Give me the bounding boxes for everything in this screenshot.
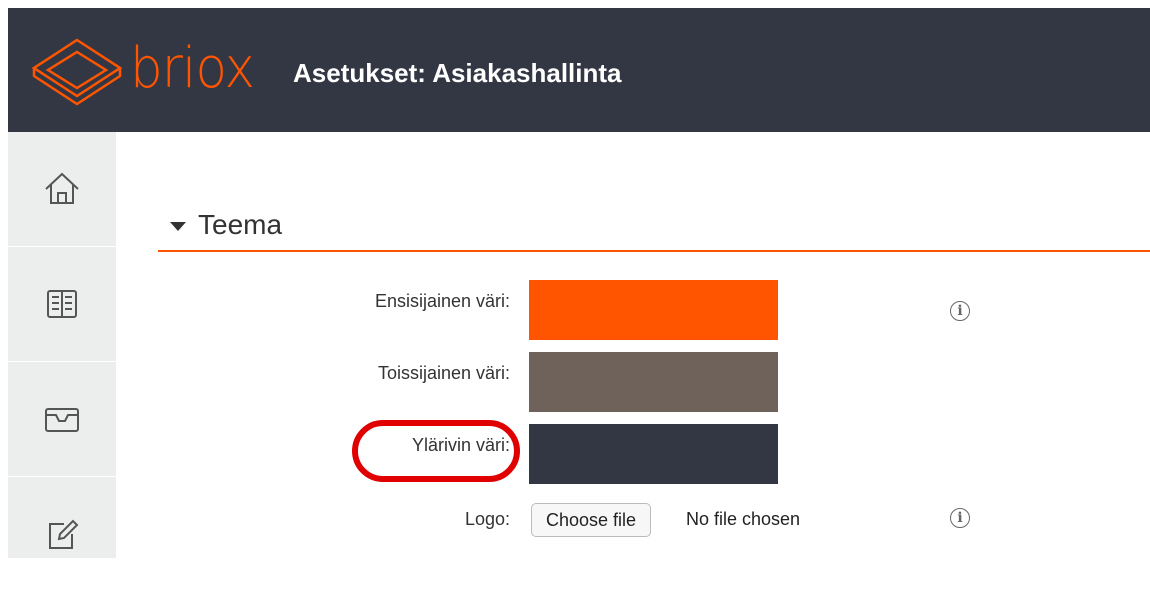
topbar-color-swatch[interactable]: [529, 424, 778, 484]
edit-icon: [49, 519, 79, 549]
logo-label: Logo:: [464, 509, 510, 529]
secondary-color-swatch[interactable]: [529, 352, 778, 412]
brand-name: briox: [130, 36, 255, 101]
home-icon: [45, 172, 79, 204]
top-bar: briox Asetukset: Asiakashallinta: [8, 8, 1150, 132]
section-header-teema[interactable]: Teema: [170, 205, 282, 245]
section-title: Teema: [198, 209, 283, 240]
primary-color-label: Ensisijainen väri:: [374, 291, 510, 311]
secondary-color-label: Toissijainen väri:: [377, 363, 510, 383]
info-icon[interactable]: i: [950, 508, 970, 528]
highlight-ring: [352, 420, 520, 482]
sidebar-item-edit[interactable]: [8, 477, 116, 591]
book-icon: [47, 290, 77, 318]
inbox-icon: [45, 408, 79, 432]
sidebar-item-home[interactable]: [8, 132, 116, 247]
info-icon[interactable]: i: [950, 301, 970, 321]
section-divider: [158, 250, 1150, 252]
sidebar: [8, 132, 116, 558]
caret-down-icon: [170, 221, 186, 231]
sidebar-item-book[interactable]: [8, 247, 116, 362]
sidebar-item-inbox[interactable]: [8, 362, 116, 477]
primary-color-swatch[interactable]: [529, 280, 778, 340]
choose-file-button[interactable]: Choose file: [531, 503, 652, 537]
file-status-text: No file chosen: [686, 509, 801, 529]
page-title: Asetukset: Asiakashallinta: [293, 58, 622, 88]
briox-logo-icon: [32, 38, 122, 106]
